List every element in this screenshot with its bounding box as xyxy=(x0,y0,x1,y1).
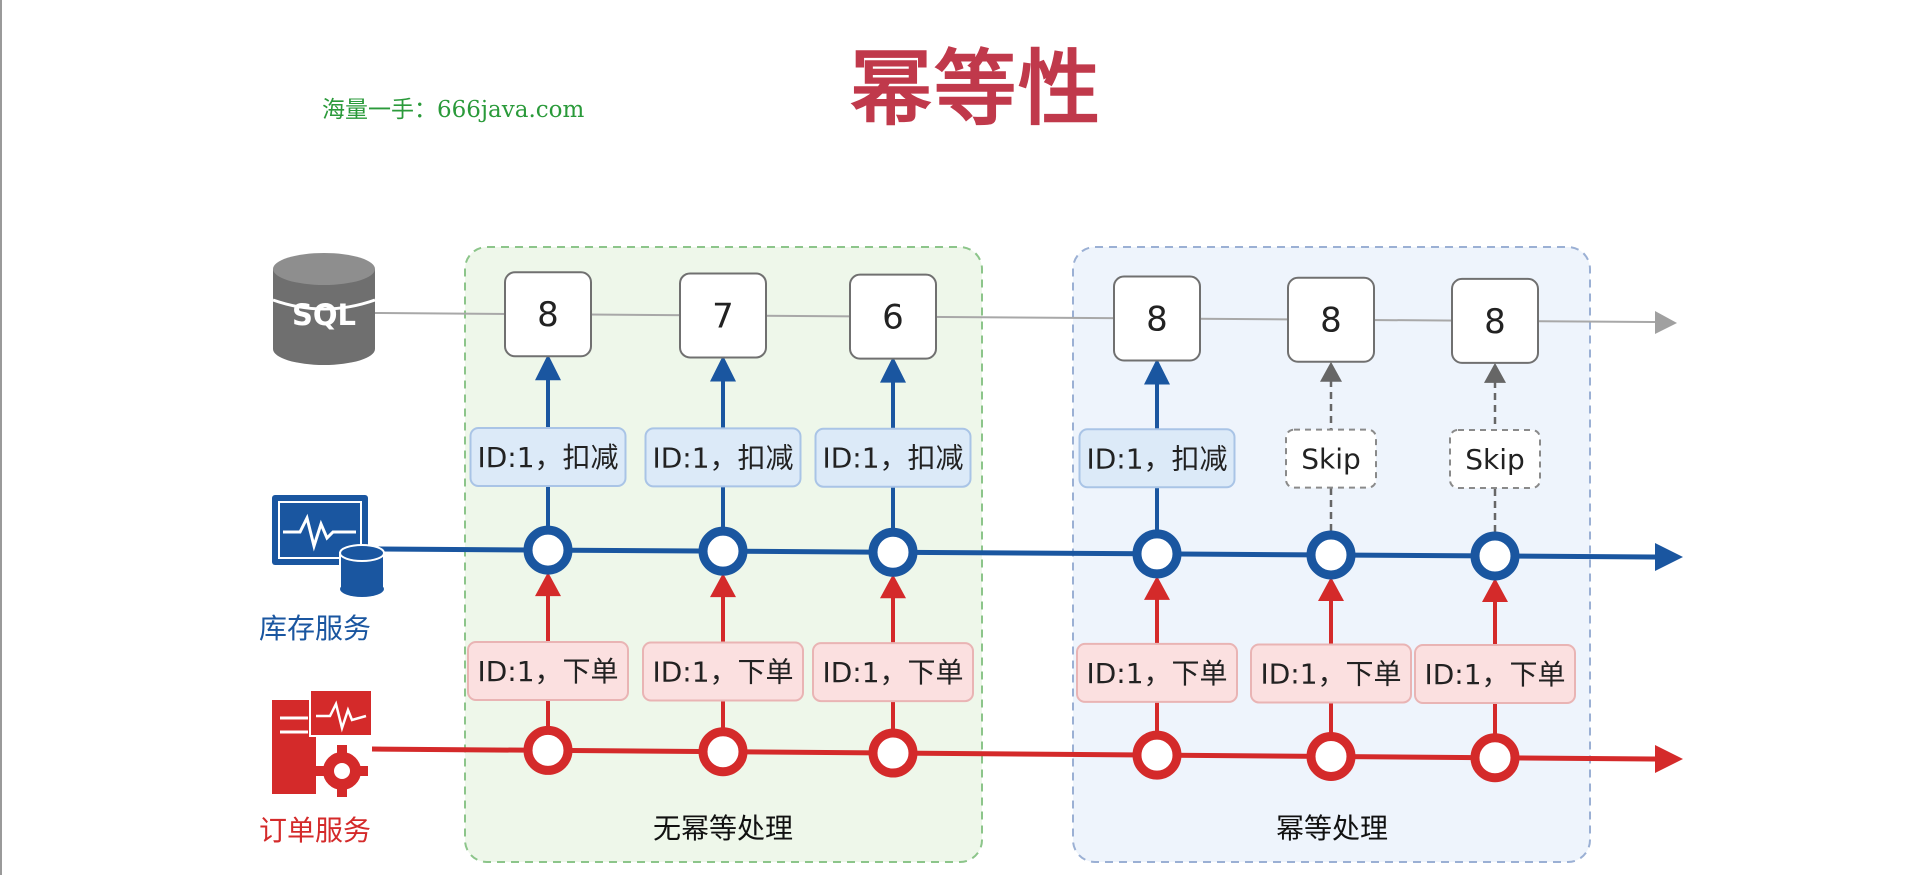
order-message-label: ID:1，下单 xyxy=(1260,657,1401,690)
order-event-node xyxy=(1470,733,1520,783)
inventory-message-label: ID:1，扣减 xyxy=(477,441,618,474)
order-message-label: ID:1，下单 xyxy=(652,656,793,689)
idempotency-diagram: 无幂等处理 幂等处理 SQL 库存服务 订单服务 8ID:1，扣减ID:1，下单… xyxy=(259,246,1683,863)
inventory-event-node xyxy=(868,527,918,577)
inventory-event-node xyxy=(1306,530,1356,580)
inventory-message-label: ID:1，扣减 xyxy=(652,441,793,474)
stock-value: 8 xyxy=(537,295,559,335)
stock-value: 8 xyxy=(1484,302,1506,342)
inventory-event-node xyxy=(698,526,748,576)
stock-value: 6 xyxy=(882,298,904,338)
inventory-message-label: Skip xyxy=(1465,443,1525,476)
order-event-node xyxy=(868,728,918,778)
inventory-message-label: ID:1，扣减 xyxy=(1086,442,1227,475)
order-event-node xyxy=(523,725,573,775)
order-message-label: ID:1，下单 xyxy=(1424,658,1565,691)
inventory-message-label: Skip xyxy=(1301,443,1361,476)
inventory-service-label: 库存服务 xyxy=(259,612,371,645)
order-event-node xyxy=(1132,730,1182,780)
order-message-label: ID:1，下单 xyxy=(477,655,618,688)
stock-value: 8 xyxy=(1146,299,1168,339)
inventory-event-node xyxy=(1132,529,1182,579)
region-label-left: 无幂等处理 xyxy=(653,812,793,845)
sql-database-icon: SQL xyxy=(272,253,376,365)
stock-value: 8 xyxy=(1320,301,1342,341)
order-message-label: ID:1，下单 xyxy=(822,656,963,689)
region-label-right: 幂等处理 xyxy=(1276,812,1388,845)
order-event-node xyxy=(1306,731,1356,781)
order-message-label: ID:1，下单 xyxy=(1086,657,1227,690)
inventory-event-node xyxy=(523,525,573,575)
order-event-node xyxy=(698,727,748,777)
inventory-event-node xyxy=(1470,531,1520,581)
order-service-icon xyxy=(272,689,373,797)
stock-value: 7 xyxy=(712,296,734,336)
order-service-label: 订单服务 xyxy=(259,814,371,847)
sql-label: SQL xyxy=(292,298,356,332)
inventory-service-icon xyxy=(272,495,385,597)
inventory-message-label: ID:1，扣减 xyxy=(822,442,963,475)
